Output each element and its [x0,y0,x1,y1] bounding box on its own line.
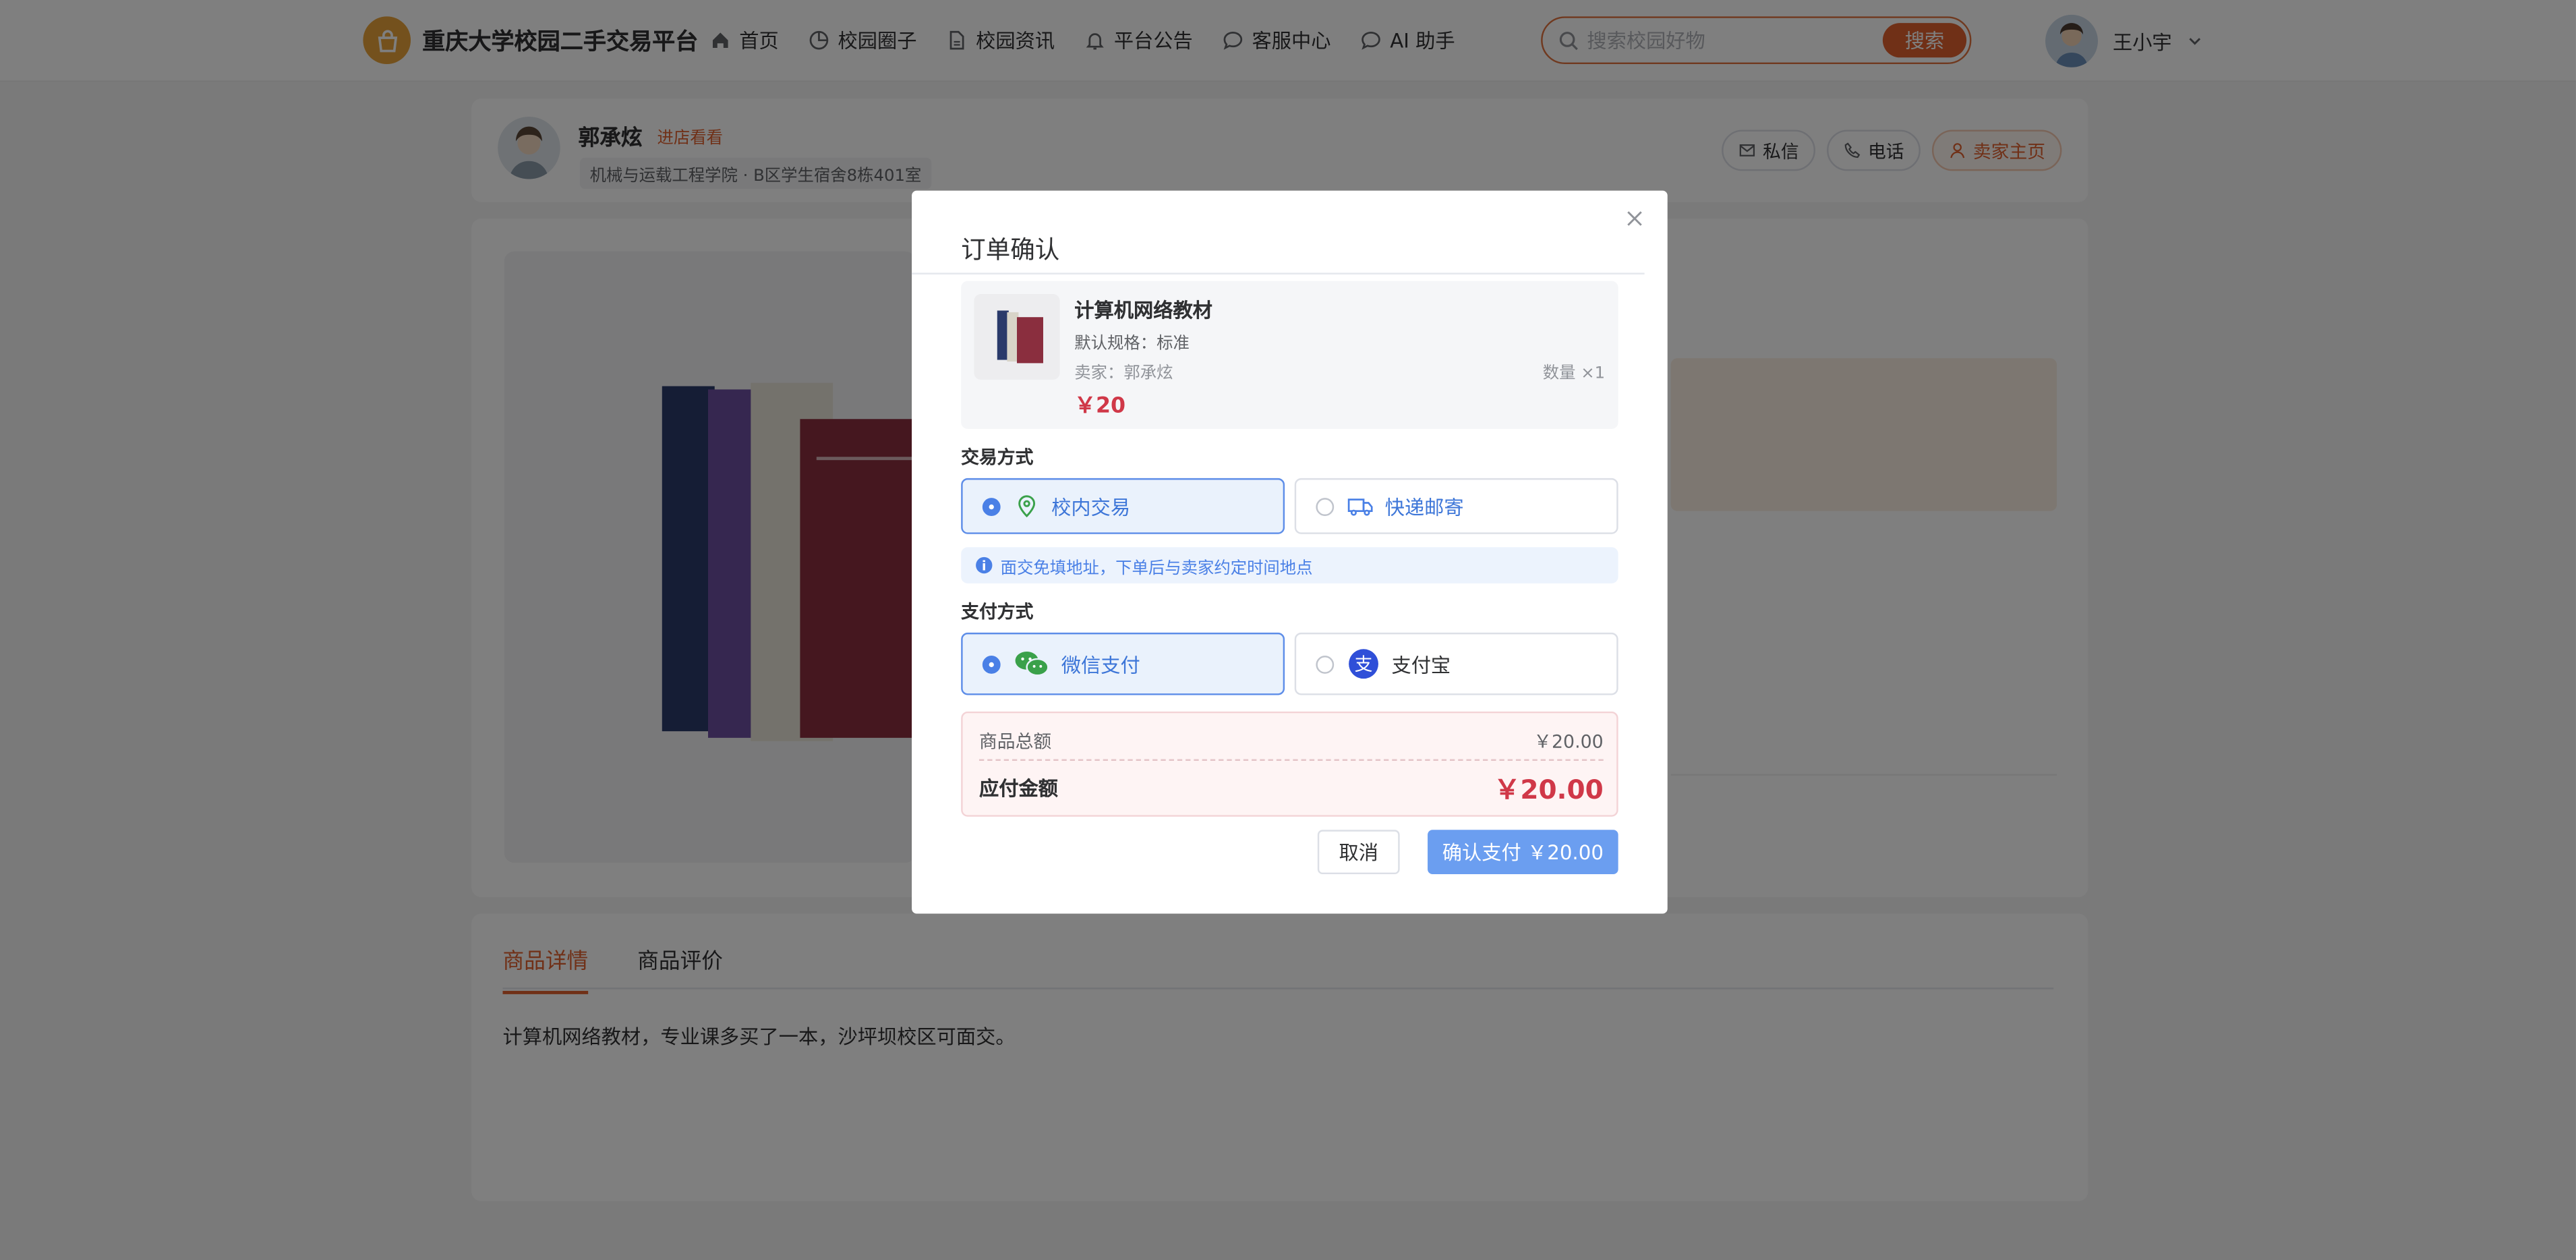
option-label: 快递邮寄 [1384,495,1464,519]
item-spec: 默认规格：标准 [1074,335,1190,353]
trade-tip: i 面交免填地址，下单后与卖家约定时间地点 [961,547,1618,583]
divider [912,273,1645,275]
item-seller: 卖家：郭承炫 [1074,364,1173,383]
subtotal-value: ￥20.00 [1533,731,1604,753]
total-row: 应付金额 ￥20.00 [978,774,1604,805]
subtotal-label: 商品总额 [978,731,1052,753]
app-root: 重庆大学校园二手交易平台 首页 校园圈子 校园资讯 平台公告 客服中心 [0,0,2576,1260]
wechat-icon [1014,651,1050,677]
alipay-icon: 支 [1347,649,1380,679]
option-label: 校内交易 [1051,495,1131,519]
item-thumbnail [974,294,1060,380]
radio-unselected[interactable] [1316,654,1335,673]
trade-method-label: 交易方式 [961,447,1034,469]
payment-method-label: 支付方式 [961,601,1034,623]
trade-option-delivery[interactable]: 快递邮寄 [1294,478,1618,534]
trade-option-campus[interactable]: 校内交易 [961,478,1285,534]
radio-selected[interactable] [982,496,1001,515]
item-price: ￥20 [1074,394,1126,420]
item-name: 计算机网络教材 [1074,299,1212,322]
truck-icon [1347,493,1374,519]
total-label: 应付金额 [978,777,1058,801]
order-item: 计算机网络教材 默认规格：标准 卖家：郭承炫 数量 ×1 ￥20 [961,281,1618,429]
close-icon[interactable] [1624,208,1644,228]
location-pin-icon [1014,493,1040,519]
item-quantity: 数量 ×1 [1542,364,1606,383]
tip-text: 面交免填地址，下单后与卖家约定时间地点 [1000,559,1313,578]
modal-title: 订单确认 [961,235,1060,265]
radio-unselected[interactable] [1316,496,1335,515]
price-summary: 商品总额 ￥20.00 应付金额 ￥20.00 [961,711,1618,817]
order-confirm-modal: 订单确认 计算机网络教材 默认规格：标准 卖家：郭承炫 数量 ×1 ￥20 交易… [912,190,1668,914]
option-label: 微信支付 [1061,653,1140,677]
info-icon: i [976,556,993,574]
radio-selected[interactable] [982,654,1001,673]
pay-option-wechat[interactable]: 微信支付 [961,632,1285,695]
pay-option-alipay[interactable]: 支 支付宝 [1294,632,1618,695]
svg-text:支: 支 [1355,654,1373,675]
subtotal-row: 商品总额 ￥20.00 [978,728,1604,761]
confirm-pay-button[interactable]: 确认支付 ￥20.00 [1428,830,1618,875]
option-label: 支付宝 [1391,653,1451,677]
total-value: ￥20.00 [1494,774,1604,805]
cancel-button[interactable]: 取消 [1317,830,1400,875]
